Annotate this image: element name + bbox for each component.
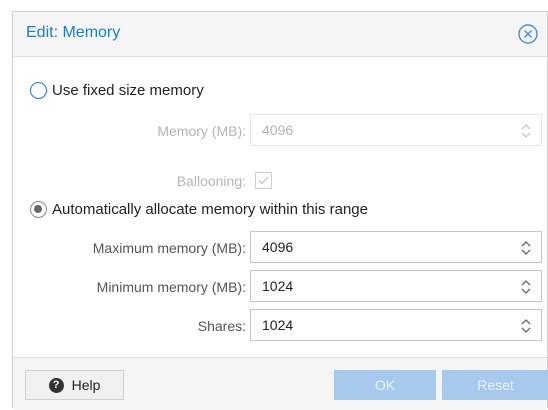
ballooning-label: Ballooning: [176, 173, 246, 189]
edit-memory-dialog: Edit: Memory Use fixed size memory Memor… [12, 11, 548, 410]
fixed-memory-label: Use fixed size memory [52, 82, 204, 99]
dialog-title: Edit: Memory [26, 24, 121, 41]
dialog-footer: ? Help OK Reset [13, 357, 548, 410]
ok-button[interactable]: OK [334, 370, 436, 400]
reset-button-label: Reset [477, 377, 514, 393]
close-icon[interactable] [517, 23, 539, 45]
dialog-header: Edit: Memory [13, 12, 547, 57]
help-button-label: Help [71, 377, 101, 393]
memory-field[interactable] [250, 114, 542, 146]
memory-label: Memory (MB): [157, 123, 246, 139]
shares-input[interactable] [251, 311, 502, 339]
shares-label: Shares: [197, 318, 246, 334]
max-memory-label: Maximum memory (MB): [92, 240, 246, 256]
spinner-icon[interactable] [519, 121, 533, 141]
spinner-icon[interactable] [519, 316, 533, 336]
shares-field[interactable] [250, 309, 542, 341]
help-button[interactable]: ? Help [25, 370, 124, 400]
ballooning-checkbox[interactable] [255, 172, 272, 189]
max-memory-input[interactable] [251, 233, 502, 261]
check-icon [258, 176, 269, 185]
min-memory-input[interactable] [251, 272, 502, 300]
reset-button[interactable]: Reset [442, 370, 548, 400]
spinner-icon[interactable] [519, 277, 533, 297]
fixed-memory-option[interactable]: Use fixed size memory [30, 82, 204, 99]
spinner-icon[interactable] [519, 238, 533, 258]
max-memory-field[interactable] [250, 231, 542, 263]
dialog-body: Use fixed size memory Memory (MB): Ballo… [13, 57, 547, 357]
min-memory-label: Minimum memory (MB): [96, 279, 246, 295]
auto-memory-label: Automatically allocate memory within thi… [52, 201, 368, 218]
fixed-memory-radio[interactable] [30, 82, 47, 99]
memory-input[interactable] [251, 116, 502, 144]
auto-memory-option[interactable]: Automatically allocate memory within thi… [30, 201, 368, 218]
help-icon: ? [48, 377, 64, 393]
min-memory-field[interactable] [250, 270, 542, 302]
ok-button-label: OK [374, 377, 396, 393]
auto-memory-radio[interactable] [30, 201, 47, 218]
